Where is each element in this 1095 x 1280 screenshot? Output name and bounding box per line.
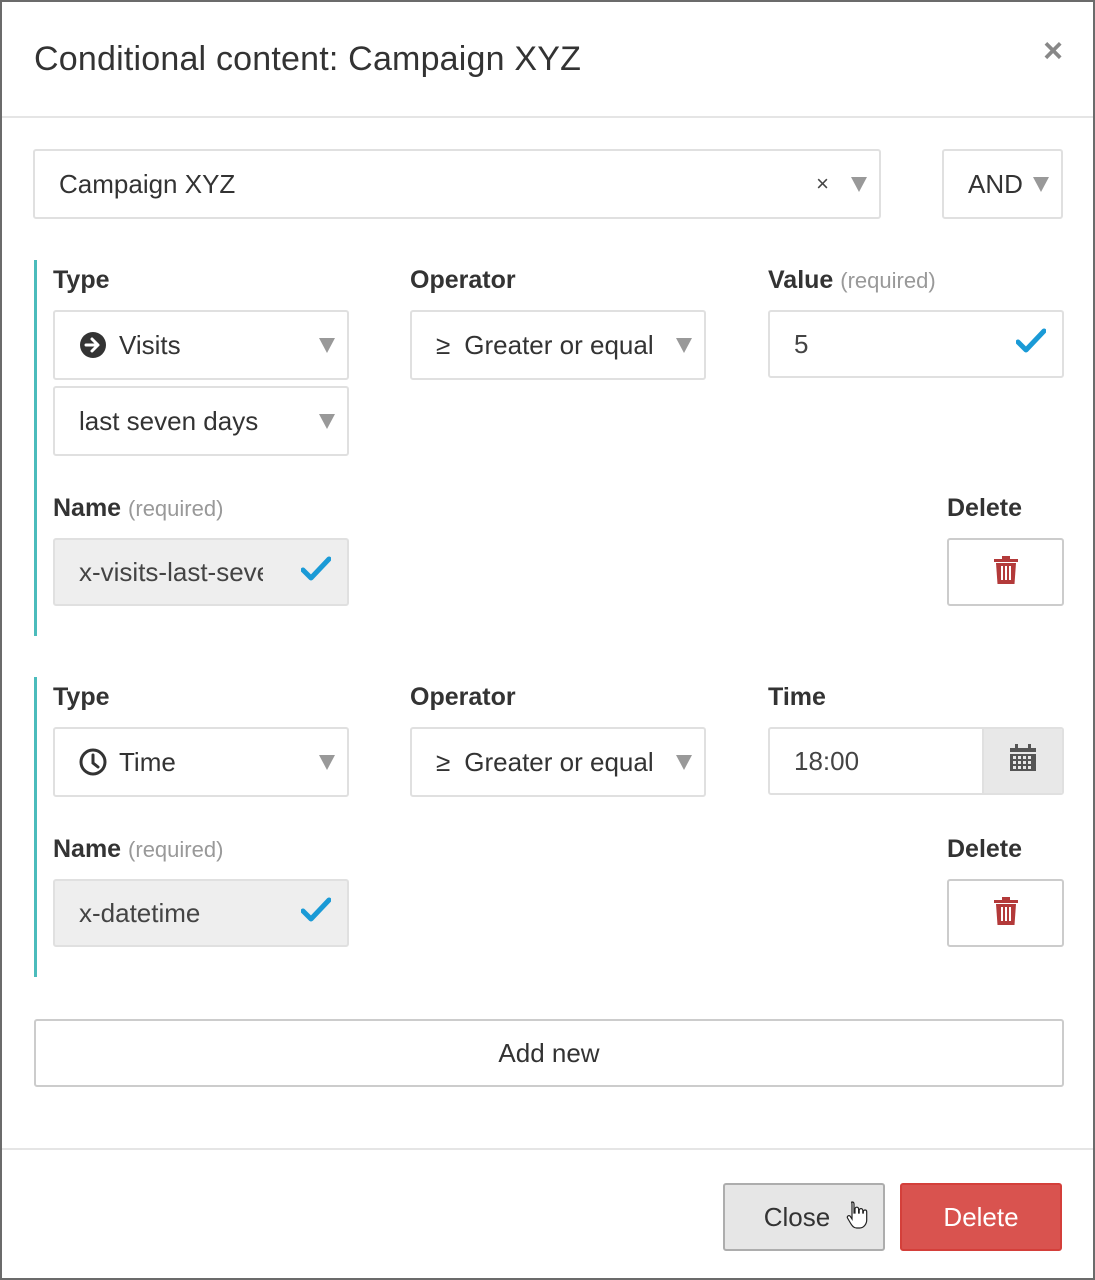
name-input[interactable]: x-visits-last-seven-days [53, 538, 349, 606]
dialog-footer: Close Delete [2, 1148, 1093, 1278]
time-input[interactable]: 18:00 [768, 727, 1064, 795]
name-label-text: Name [53, 494, 122, 522]
period-select[interactable]: last seven days [53, 386, 349, 456]
time-label: Time [768, 683, 826, 711]
close-icon[interactable]: × [1043, 34, 1063, 68]
chevron-down-icon [319, 413, 335, 429]
calendar-icon [1009, 743, 1037, 779]
logic-operator-value: AND [968, 168, 1023, 199]
required-hint: (required) [840, 268, 936, 293]
period-select-value: last seven days [79, 405, 259, 436]
delete-condition-button[interactable] [947, 538, 1064, 606]
condition-group: Type Visits last seven days Operator ≥ G… [34, 260, 1064, 636]
trash-icon [993, 896, 1018, 930]
name-input-text: x-visits-last-seven-days [79, 556, 263, 587]
required-hint: (required) [128, 837, 224, 862]
conditional-content-dialog: Conditional content: Campaign XYZ × Camp… [0, 0, 1095, 1280]
checkmark-icon [300, 897, 332, 930]
type-select-value: Visits [119, 329, 181, 360]
clear-selection-icon[interactable]: × [816, 171, 829, 197]
delete-label: Delete [947, 835, 1023, 863]
add-new-button[interactable]: Add new [34, 1019, 1064, 1087]
operator-label: Operator [410, 266, 516, 294]
type-label: Type [53, 683, 110, 711]
clock-icon [79, 748, 107, 776]
name-input[interactable]: x-datetime [53, 879, 349, 947]
campaign-select-value: Campaign XYZ [59, 168, 236, 199]
name-input-text: x-datetime [79, 897, 201, 928]
time-input-text: 18:00 [794, 745, 860, 776]
operator-select[interactable]: ≥ Greater or equal [410, 310, 706, 380]
operator-label: Operator [410, 683, 516, 711]
logic-operator-select[interactable]: AND [942, 149, 1063, 219]
operator-select-value: Greater or equal [464, 329, 654, 360]
checkmark-icon [1015, 328, 1047, 361]
operator-select-value: Greater or equal [464, 746, 654, 777]
delete-label: Delete [947, 494, 1023, 522]
chevron-down-icon [851, 176, 867, 192]
calendar-button[interactable] [982, 729, 1062, 793]
value-label: Value (required) [768, 266, 936, 295]
type-select[interactable]: Visits [53, 310, 349, 380]
chevron-down-icon [676, 337, 692, 353]
value-input-text: 5 [794, 328, 809, 359]
close-button-label: Close [763, 1201, 831, 1232]
dialog-title: Conditional content: Campaign XYZ [34, 40, 582, 78]
dialog-header: Conditional content: Campaign XYZ × [2, 2, 1093, 118]
chevron-down-icon [319, 337, 335, 353]
name-label-text: Name [53, 835, 122, 863]
operator-select[interactable]: ≥ Greater or equal [410, 727, 706, 797]
value-input[interactable]: 5 [768, 310, 1064, 378]
checkmark-icon [300, 556, 332, 589]
delete-condition-button[interactable] [947, 879, 1064, 947]
name-label: Name (required) [53, 835, 223, 864]
name-label: Name (required) [53, 494, 223, 523]
chevron-down-icon [676, 754, 692, 770]
hand-pointer-cursor-icon [846, 1200, 868, 1235]
chevron-down-icon [319, 754, 335, 770]
type-label: Type [53, 266, 110, 294]
delete-button[interactable]: Delete [900, 1183, 1062, 1251]
campaign-select[interactable]: Campaign XYZ × [33, 149, 881, 219]
required-hint: (required) [128, 496, 224, 521]
type-select[interactable]: Time [53, 727, 349, 797]
arrow-circle-right-icon [79, 331, 107, 359]
trash-icon [993, 555, 1018, 589]
type-select-value: Time [119, 746, 176, 777]
condition-group: Type Time Operator ≥ Greater or equal Ti… [34, 677, 1064, 977]
chevron-down-icon [1033, 176, 1049, 192]
greater-equal-icon: ≥ [436, 746, 451, 777]
value-label-text: Value [768, 266, 834, 294]
greater-equal-icon: ≥ [436, 329, 451, 360]
